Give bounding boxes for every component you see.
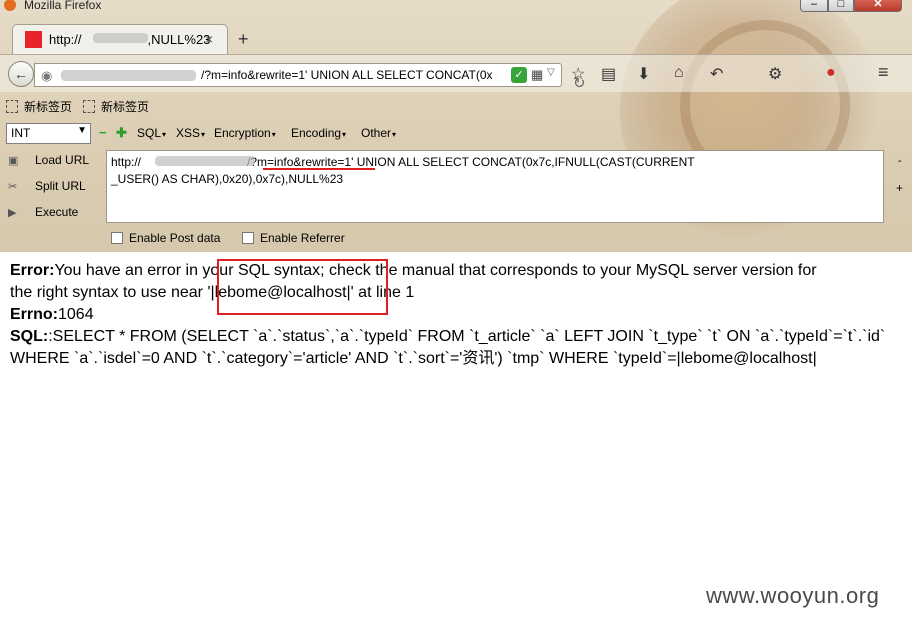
- errno-value: 1064: [58, 306, 94, 323]
- menu-icon[interactable]: ≡: [878, 62, 889, 83]
- expand-textarea-button[interactable]: +: [896, 181, 903, 195]
- bookmarks-toolbar: 新标签页 新标签页: [0, 94, 912, 118]
- url-dropdown-icon[interactable]: ▽: [547, 67, 555, 78]
- decrease-icon[interactable]: −: [99, 125, 107, 140]
- xss-menu[interactable]: XSS: [176, 126, 205, 140]
- addon-icon[interactable]: ●: [826, 64, 836, 82]
- sql-query-continued: WHERE `a`.`isdel`=0 AND `t`.`category`='…: [10, 350, 817, 367]
- type-select[interactable]: INT ▼: [6, 123, 91, 144]
- close-window-button[interactable]: ✕: [854, 0, 902, 12]
- checkbox-box[interactable]: [111, 232, 123, 244]
- sql-line: SQL::SELECT * FROM (SELECT `a`.`status`,…: [10, 326, 906, 348]
- annotation-highlight-box: [217, 259, 388, 315]
- error-line: Error:You have an error in your SQL synt…: [10, 260, 906, 282]
- home-icon[interactable]: ⌂: [674, 64, 684, 82]
- error-label: Error:: [10, 262, 55, 279]
- new-tab-button[interactable]: +: [238, 29, 249, 50]
- split-url-button[interactable]: ✂ Split URL: [8, 179, 86, 193]
- url-bar[interactable]: ◉ /?m=info&rewrite=1' UNION ALL SELECT C…: [34, 63, 586, 92]
- folder-icon: [83, 100, 95, 113]
- title-bar: Mozilla Firefox – □ ✕: [0, 0, 912, 14]
- errno-line: Errno:1064: [10, 304, 906, 326]
- error-message: You have an error in your SQL syntax; ch…: [54, 262, 817, 279]
- chevron-down-icon: ▼: [77, 125, 87, 136]
- folder-icon: [6, 100, 18, 113]
- globe-icon: ◉: [41, 68, 53, 83]
- enable-post-data-checkbox[interactable]: Enable Post data: [111, 231, 220, 245]
- window-title: Mozilla Firefox: [24, 0, 102, 12]
- tools-icon[interactable]: ⚙: [768, 64, 782, 84]
- encoding-menu[interactable]: Encoding: [291, 126, 346, 140]
- scissors-icon: ✂: [8, 181, 18, 193]
- navigation-toolbar: ← ◉ /?m=info&rewrite=1' UNION ALL SELECT…: [0, 54, 912, 92]
- shield-icon[interactable]: ✓: [511, 67, 527, 83]
- enable-referrer-checkbox[interactable]: Enable Referrer: [242, 231, 345, 245]
- errno-label: Errno:: [10, 306, 58, 323]
- undo-icon[interactable]: ↶: [710, 64, 723, 84]
- qr-code-icon[interactable]: ▦: [531, 67, 543, 83]
- back-button[interactable]: ←: [8, 61, 34, 87]
- redacted-region: [61, 70, 196, 81]
- hackbar-toolbar: INT▼ − ✚ SQL XSS Encryption Encoding Oth…: [0, 120, 912, 148]
- execute-button[interactable]: ▶ Execute: [8, 205, 78, 219]
- load-icon: ▣: [8, 155, 19, 167]
- sql-query: :SELECT * FROM (SELECT `a`.`status`,`a`.…: [48, 328, 886, 345]
- annotation-underline: [263, 168, 375, 170]
- encryption-menu[interactable]: Encryption: [214, 126, 276, 140]
- watermark: www.wooyun.org: [706, 583, 880, 608]
- bookmark-item[interactable]: 新标签页: [83, 98, 149, 115]
- checkbox-box[interactable]: [242, 232, 254, 244]
- url-text[interactable]: /?m=info&rewrite=1' UNION ALL SELECT CON…: [201, 68, 507, 82]
- hackbar-url-textarea[interactable]: http:///?m=info&rewrite=1' UNION ALL SEL…: [106, 150, 884, 223]
- tab-favicon-icon: [25, 31, 42, 48]
- browser-chrome: Mozilla Firefox – □ ✕ http://,NULL%23 × …: [0, 0, 912, 252]
- bookmark-star-icon[interactable]: ☆: [571, 64, 585, 84]
- page-content: Error:You have an error in your SQL synt…: [10, 260, 906, 370]
- minimize-button[interactable]: –: [800, 0, 828, 12]
- play-icon: ▶: [8, 207, 17, 219]
- redacted-region: [155, 156, 255, 166]
- browser-tab[interactable]: http://,NULL%23 ×: [12, 24, 228, 54]
- download-icon[interactable]: ⬇: [637, 64, 650, 84]
- load-url-button[interactable]: ▣ Load URL: [8, 153, 89, 167]
- reading-list-icon[interactable]: ▤: [601, 64, 616, 84]
- sql-menu[interactable]: SQL: [137, 126, 166, 140]
- increase-icon[interactable]: ✚: [116, 125, 127, 141]
- tab-close-icon[interactable]: ×: [205, 31, 213, 47]
- sql-label: SQL:: [10, 328, 49, 345]
- error-message-continued: the right syntax to use near '|lebome@lo…: [10, 284, 415, 301]
- redacted-region: [93, 33, 148, 43]
- shrink-textarea-button[interactable]: -: [898, 155, 902, 167]
- bookmark-item[interactable]: 新标签页: [6, 98, 72, 115]
- maximize-button[interactable]: □: [828, 0, 854, 12]
- other-menu[interactable]: Other: [361, 126, 396, 140]
- firefox-icon: [4, 0, 16, 11]
